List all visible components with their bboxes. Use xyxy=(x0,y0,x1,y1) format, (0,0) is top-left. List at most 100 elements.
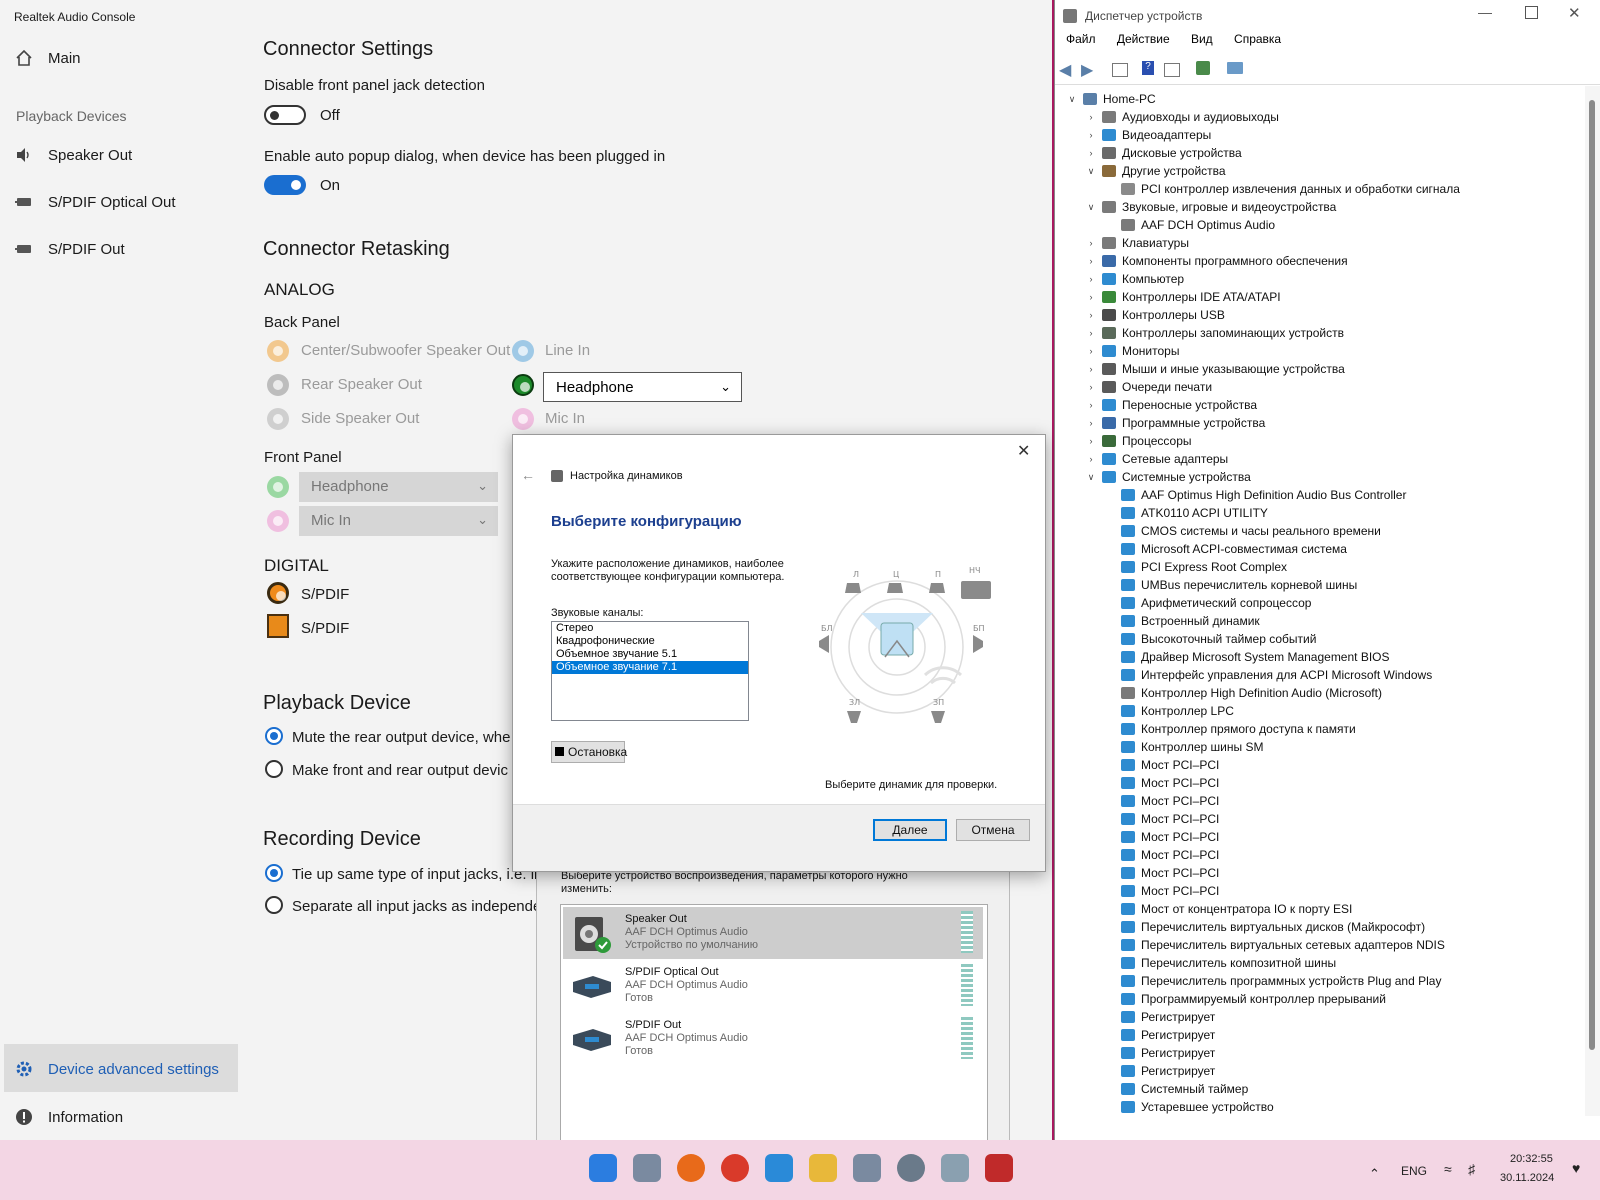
tree-node[interactable]: Устаревшее устройство xyxy=(1103,1098,1274,1116)
back-headphone-dropdown[interactable]: Headphone ⌄ xyxy=(543,372,742,402)
tree-node[interactable]: › Контроллеры запоминающих устройств xyxy=(1084,324,1344,342)
tree-node[interactable]: PCI Express Root Complex xyxy=(1103,558,1287,576)
tree-node[interactable]: Системный таймер xyxy=(1103,1080,1248,1098)
channel-option-selected[interactable]: Объемное звучание 7.1 xyxy=(552,661,748,674)
front-mic-jack[interactable] xyxy=(267,510,289,532)
nav-main[interactable]: Main xyxy=(14,48,81,68)
disable-front-toggle[interactable] xyxy=(264,105,306,125)
tree-node[interactable]: Перечислитель композитной шины xyxy=(1103,954,1336,972)
playback-device-list[interactable]: Speaker Out AAF DCH Optimus Audio Устрой… xyxy=(560,904,988,1156)
chevron-right-icon[interactable]: › xyxy=(1084,378,1098,396)
line-in-jack[interactable] xyxy=(512,340,534,362)
nav-spdif-out[interactable]: S/PDIF Out xyxy=(14,239,125,259)
tree-node[interactable]: Регистрирует xyxy=(1103,1044,1215,1062)
tree-node[interactable]: CMOS системы и часы реального времени xyxy=(1103,522,1381,540)
tree-node[interactable]: › Аудиовходы и аудиовыходы xyxy=(1084,108,1279,126)
app-icon[interactable] xyxy=(853,1154,881,1182)
start-icon[interactable] xyxy=(589,1154,617,1182)
device-spdif-out[interactable]: S/PDIF Out AAF DCH Optimus Audio Готов xyxy=(563,1013,983,1065)
auto-popup-toggle[interactable] xyxy=(264,175,306,195)
tree-node[interactable]: › Мыши и иные указывающие устройства xyxy=(1084,360,1345,378)
tree-node[interactable]: › Процессоры xyxy=(1084,432,1192,450)
tree-node[interactable]: ATK0110 ACPI UTILITY xyxy=(1103,504,1268,522)
chevron-right-icon[interactable]: › xyxy=(1084,432,1098,450)
close-icon[interactable]: ✕ xyxy=(1568,4,1581,22)
app-icon[interactable] xyxy=(985,1154,1013,1182)
headphone-jack[interactable] xyxy=(512,374,534,396)
tree-node[interactable]: Мост PCI–PCI xyxy=(1103,846,1219,864)
tree-node[interactable]: Контроллер прямого доступа к памяти xyxy=(1103,720,1356,738)
tree-node[interactable]: AAF DCH Optimus Audio xyxy=(1103,216,1275,234)
tree-node[interactable]: Регистрирует xyxy=(1103,1062,1215,1080)
maximize-icon[interactable] xyxy=(1525,6,1538,19)
tree-node[interactable]: Высокоточный таймер событий xyxy=(1103,630,1316,648)
tree-node[interactable]: Драйвер Microsoft System Management BIOS xyxy=(1103,648,1390,666)
chevron-right-icon[interactable]: › xyxy=(1084,234,1098,252)
tree-node[interactable]: ∨ Системные устройства xyxy=(1084,468,1251,486)
clock-time[interactable]: 20:32:55 xyxy=(1510,1153,1553,1165)
chevron-down-icon[interactable]: ∨ xyxy=(1084,198,1098,216)
tree-node[interactable]: ∨ Другие устройства xyxy=(1084,162,1226,180)
device-spdif-optical[interactable]: S/PDIF Optical Out AAF DCH Optimus Audio… xyxy=(563,960,983,1012)
tree-node[interactable]: Мост PCI–PCI xyxy=(1103,882,1219,900)
channels-listbox[interactable]: Стерео Квадрофонические Объемное звучани… xyxy=(551,621,749,721)
tree-node[interactable]: Перечислитель программных устройств Plug… xyxy=(1103,972,1441,990)
notification-bell-icon[interactable]: ♥ xyxy=(1572,1160,1580,1176)
tree-node[interactable]: › Контроллеры USB xyxy=(1084,306,1225,324)
tree-node[interactable]: › Контроллеры IDE ATA/ATAPI xyxy=(1084,288,1281,306)
help-icon[interactable]: ? xyxy=(1142,61,1154,75)
center-sub-jack[interactable] xyxy=(267,340,289,362)
menu-action[interactable]: Действие xyxy=(1117,32,1170,46)
tree-node[interactable]: › Программные устройства xyxy=(1084,414,1266,432)
tree-node[interactable]: Мост PCI–PCI xyxy=(1103,756,1219,774)
channel-option[interactable]: Объемное звучание 5.1 xyxy=(552,648,748,661)
scrollbar-thumb[interactable] xyxy=(1589,100,1595,1050)
next-button[interactable]: Далее xyxy=(873,819,947,841)
tree-node[interactable]: › Клавиатуры xyxy=(1084,234,1189,252)
app-icon[interactable] xyxy=(633,1154,661,1182)
nav-device-advanced[interactable]: Device advanced settings xyxy=(14,1059,219,1079)
spdif-optical-jack[interactable] xyxy=(267,614,289,638)
chevron-right-icon[interactable]: › xyxy=(1084,450,1098,468)
tree-node[interactable]: Мост PCI–PCI xyxy=(1103,792,1219,810)
chrome-icon[interactable] xyxy=(721,1154,749,1182)
spdif-coax-jack[interactable] xyxy=(267,582,289,604)
tree-node[interactable]: UMBus перечислитель корневой шины xyxy=(1103,576,1357,594)
chevron-right-icon[interactable]: › xyxy=(1084,396,1098,414)
chevron-right-icon[interactable]: › xyxy=(1084,288,1098,306)
tree-node[interactable]: ∨ Home-PC xyxy=(1065,90,1156,108)
tree-node[interactable]: Интерфейс управления для ACPI Microsoft … xyxy=(1103,666,1432,684)
chevron-down-icon[interactable]: ∨ xyxy=(1084,162,1098,180)
tree-node[interactable]: Мост PCI–PCI xyxy=(1103,810,1219,828)
side-speaker-jack[interactable] xyxy=(267,408,289,430)
menu-file[interactable]: Файл xyxy=(1066,32,1096,46)
front-mic-dropdown[interactable]: Mic In ⌄ xyxy=(299,506,498,536)
back-arrow-icon[interactable]: ← xyxy=(521,467,535,483)
playback-radio-mute[interactable] xyxy=(265,727,283,745)
recording-radio-tie[interactable] xyxy=(265,864,283,882)
chevron-right-icon[interactable]: › xyxy=(1084,144,1098,162)
chevron-right-icon[interactable]: › xyxy=(1084,252,1098,270)
tree-node[interactable]: Мост PCI–PCI xyxy=(1103,774,1219,792)
tree-node[interactable]: Контроллер LPC xyxy=(1103,702,1234,720)
volume-icon[interactable]: ♯ xyxy=(1468,1161,1475,1177)
app-icon[interactable] xyxy=(765,1154,793,1182)
device-tree[interactable]: ∨ Home-PC › Аудиовходы и аудиовыходы › Видеоа… xyxy=(1055,86,1585,1116)
front-headphone-dropdown[interactable]: Headphone ⌄ xyxy=(299,472,498,502)
tree-node[interactable]: Мост PCI–PCI xyxy=(1103,828,1219,846)
chevron-down-icon[interactable]: ∨ xyxy=(1084,468,1098,486)
view-icon[interactable] xyxy=(1164,63,1180,77)
mic-in-jack[interactable] xyxy=(512,408,534,430)
properties-icon[interactable] xyxy=(1112,63,1128,77)
chevron-right-icon[interactable]: › xyxy=(1084,306,1098,324)
tree-node[interactable]: PCI контроллер извлечения данных и обраб… xyxy=(1103,180,1460,198)
stop-button[interactable]: Остановка xyxy=(551,741,627,763)
channel-option[interactable]: Квадрофонические xyxy=(552,635,748,648)
tree-node[interactable]: › Видеоадаптеры xyxy=(1084,126,1212,144)
tree-node[interactable]: Регистрирует xyxy=(1103,1026,1215,1044)
cancel-button[interactable]: Отмена xyxy=(956,819,1030,841)
chevron-right-icon[interactable]: › xyxy=(1084,414,1098,432)
chevron-right-icon[interactable]: › xyxy=(1084,126,1098,144)
tree-node[interactable]: Microsoft ACPI-совместимая система xyxy=(1103,540,1347,558)
tree-node[interactable]: Регистрирует xyxy=(1103,1008,1215,1026)
